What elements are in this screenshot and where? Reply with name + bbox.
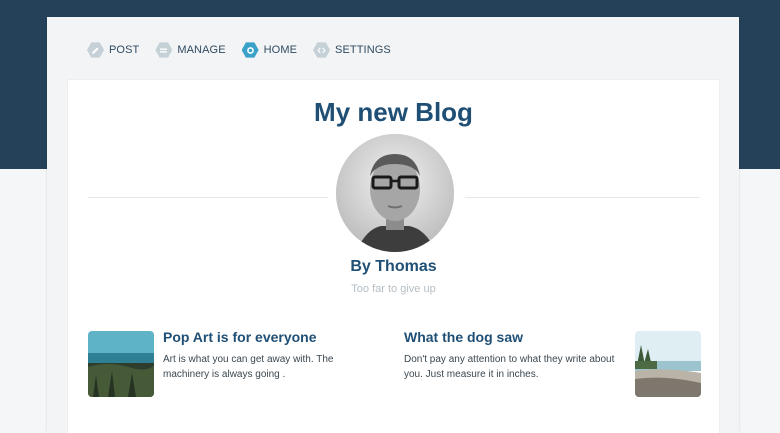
author-avatar: [336, 134, 454, 252]
author-name: By Thomas: [350, 258, 437, 275]
nav-item-post[interactable]: POST: [87, 42, 139, 59]
blog-title: My new Blog: [314, 97, 473, 127]
nav-item-label: POST: [109, 44, 140, 56]
post-thumbnail[interactable]: [88, 331, 154, 397]
ring-icon: [241, 42, 259, 58]
nav-item-label: HOME: [263, 44, 298, 56]
author-tagline: Too far to give up: [351, 283, 436, 295]
divider: [465, 197, 700, 198]
nav-item-label: MANAGE: [177, 44, 226, 56]
blog-card: My new Blog By Thomas Too far to give up…: [68, 80, 719, 433]
divider: [88, 197, 328, 198]
nav-item-label: SETTINGS: [335, 44, 391, 56]
post-title[interactable]: What the dog saw: [404, 329, 523, 345]
menu-icon: [155, 42, 173, 58]
nav-item-settings[interactable]: SETTINGS: [313, 42, 391, 59]
blog-frame: POST MANAGE HOME SETTINGS My new Blog By…: [47, 17, 739, 433]
post-thumbnail[interactable]: [635, 331, 701, 397]
nav-item-manage[interactable]: MANAGE: [155, 42, 226, 59]
post-excerpt: Don't pay any attention to what they wri…: [404, 354, 615, 380]
top-nav: POST MANAGE HOME SETTINGS: [87, 42, 407, 58]
post-excerpt: Art is what you can get away with. The m…: [163, 354, 334, 380]
post-title[interactable]: Pop Art is for everyone: [163, 329, 317, 345]
code-icon: [313, 42, 331, 58]
nav-item-home[interactable]: HOME: [241, 42, 298, 59]
pencil-icon: [87, 42, 104, 58]
